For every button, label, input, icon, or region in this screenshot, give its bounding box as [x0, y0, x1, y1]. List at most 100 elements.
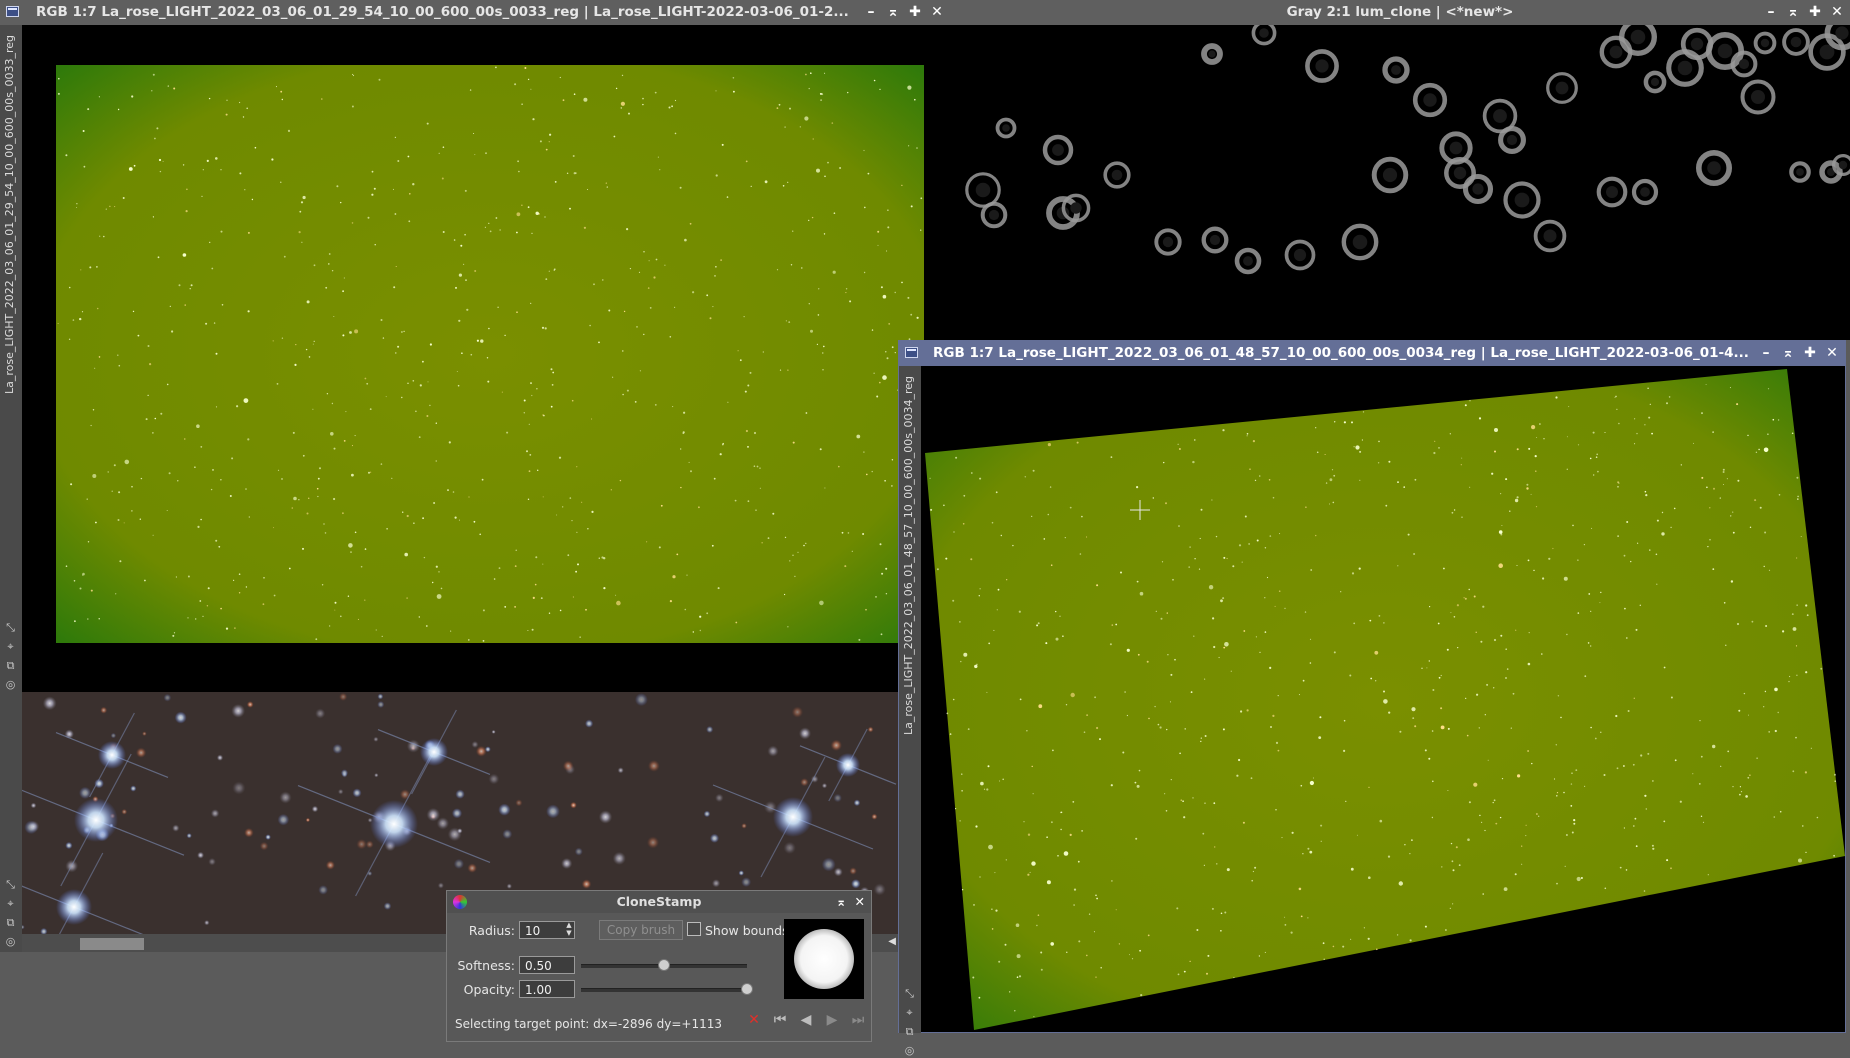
- star: [1552, 547, 1554, 550]
- close-icon[interactable]: ✕: [1828, 0, 1846, 25]
- opacity-slider[interactable]: [581, 988, 747, 992]
- star: [1772, 418, 1775, 421]
- scrollbar-thumb[interactable]: [80, 938, 144, 950]
- maximize-icon[interactable]: ✚: [906, 0, 924, 25]
- star: [1450, 842, 1453, 845]
- star: [225, 113, 228, 116]
- maximize-icon[interactable]: ✚: [1801, 341, 1819, 366]
- shade-icon[interactable]: ⌅: [1784, 0, 1802, 25]
- target-icon[interactable]: ◎: [902, 1043, 917, 1058]
- star: [792, 554, 794, 556]
- star: [1447, 727, 1450, 730]
- star: [753, 431, 757, 435]
- star: [571, 520, 573, 522]
- star: [1615, 395, 1617, 398]
- clone-view-icon[interactable]: ⧉: [902, 1024, 917, 1039]
- star: [1555, 744, 1557, 746]
- shade-icon[interactable]: ⌅: [836, 891, 846, 913]
- zoom-fit-icon[interactable]: ⤡: [3, 620, 18, 635]
- zoom-fit-icon[interactable]: ⤡: [3, 877, 18, 892]
- target-icon[interactable]: ◎: [3, 934, 18, 949]
- image-canvas[interactable]: [921, 366, 1845, 1032]
- maximize-icon[interactable]: ✚: [1806, 0, 1824, 25]
- show-bounds-checkbox[interactable]: [687, 922, 701, 936]
- clone-view-icon[interactable]: ⧉: [3, 658, 18, 673]
- minimize-icon[interactable]: –: [1762, 0, 1780, 25]
- star: [1805, 851, 1807, 853]
- star: [745, 160, 748, 163]
- star: [1213, 802, 1216, 805]
- star: [978, 595, 980, 597]
- star: [1530, 493, 1532, 495]
- star: [370, 471, 372, 473]
- star: [1154, 705, 1156, 708]
- star: [1200, 737, 1202, 739]
- prev-icon[interactable]: ◀: [797, 1012, 815, 1028]
- gray-clone-window[interactable]: Gray 2:1 lum_clone | <*new*> – ⌅ ✚ ✕: [950, 0, 1850, 340]
- clonestamp-dialog[interactable]: CloneStamp ⌅ ✕ Radius: 10 ▲ ▼ Copy brush …: [446, 890, 872, 1042]
- window-titlebar[interactable]: RGB 1:7 La_rose_LIGHT_2022_03_06_01_29_5…: [0, 0, 950, 25]
- star: [409, 193, 411, 195]
- scroll-left-icon[interactable]: ◀: [888, 936, 896, 947]
- star: [220, 169, 222, 171]
- star: [154, 137, 156, 140]
- star: [1525, 835, 1527, 837]
- pan-icon[interactable]: ⌖: [3, 896, 18, 911]
- star: [497, 306, 499, 308]
- zoom-fit-icon[interactable]: ⤡: [902, 986, 917, 1001]
- shade-icon[interactable]: ⌅: [1779, 341, 1797, 366]
- star: [1590, 726, 1592, 729]
- zoom-star: [377, 693, 384, 700]
- softness-input[interactable]: 0.50: [519, 956, 575, 974]
- star: [668, 106, 671, 109]
- star: [1756, 757, 1758, 759]
- pan-icon[interactable]: ⌖: [902, 1005, 917, 1020]
- opacity-input[interactable]: 1.00: [519, 980, 575, 998]
- star: [1368, 786, 1370, 788]
- opacity-slider-thumb[interactable]: [741, 983, 753, 995]
- window-titlebar[interactable]: Gray 2:1 lum_clone | <*new*> – ⌅ ✚ ✕: [950, 0, 1850, 25]
- pan-icon[interactable]: ⌖: [3, 639, 18, 654]
- gray-canvas[interactable]: [950, 25, 1850, 340]
- close-icon[interactable]: ✕: [928, 0, 946, 25]
- star: [1589, 457, 1592, 460]
- star: [1645, 808, 1647, 810]
- zoom-star: [447, 827, 462, 842]
- image-window-0034[interactable]: RGB 1:7 La_rose_LIGHT_2022_03_06_01_48_5…: [898, 340, 1846, 1057]
- image-canvas[interactable]: [22, 25, 950, 692]
- first-icon[interactable]: ⏮: [771, 1012, 789, 1028]
- star: [1707, 874, 1709, 876]
- clone-view-icon[interactable]: ⧉: [3, 915, 18, 930]
- star: [1411, 839, 1413, 841]
- star: [1284, 607, 1286, 610]
- star: [1213, 645, 1216, 649]
- cancel-icon[interactable]: ✕: [745, 1012, 763, 1028]
- next-icon[interactable]: ▶: [823, 1012, 841, 1028]
- star: [495, 217, 498, 219]
- window-titlebar[interactable]: RGB 1:7 La_rose_LIGHT_2022_03_06_01_48_5…: [899, 341, 1845, 366]
- target-icon[interactable]: ◎: [3, 677, 18, 692]
- minimize-icon[interactable]: –: [862, 0, 880, 25]
- star: [1440, 707, 1443, 710]
- star: [1565, 834, 1568, 836]
- minimize-icon[interactable]: –: [1757, 341, 1775, 366]
- star: [706, 612, 709, 615]
- zoom-star: [612, 851, 626, 865]
- image-window-0033[interactable]: RGB 1:7 La_rose_LIGHT_2022_03_06_01_29_5…: [0, 0, 950, 692]
- ring-star-core: [1391, 65, 1401, 75]
- softness-slider-thumb[interactable]: [658, 959, 670, 971]
- star: [114, 206, 116, 208]
- star: [1617, 535, 1619, 537]
- star: [1624, 607, 1626, 610]
- star: [764, 180, 768, 184]
- close-icon[interactable]: ✕: [855, 891, 865, 913]
- close-icon[interactable]: ✕: [1823, 341, 1841, 366]
- zoom-star: [374, 773, 379, 778]
- last-icon[interactable]: ⏭: [849, 1012, 867, 1028]
- dialog-titlebar[interactable]: CloneStamp ⌅ ✕: [447, 891, 871, 913]
- star: [858, 638, 861, 641]
- radius-spinner[interactable]: ▲ ▼: [563, 921, 575, 939]
- star: [168, 472, 171, 475]
- shade-icon[interactable]: ⌅: [884, 0, 902, 25]
- copy-brush-button[interactable]: Copy brush: [599, 920, 683, 940]
